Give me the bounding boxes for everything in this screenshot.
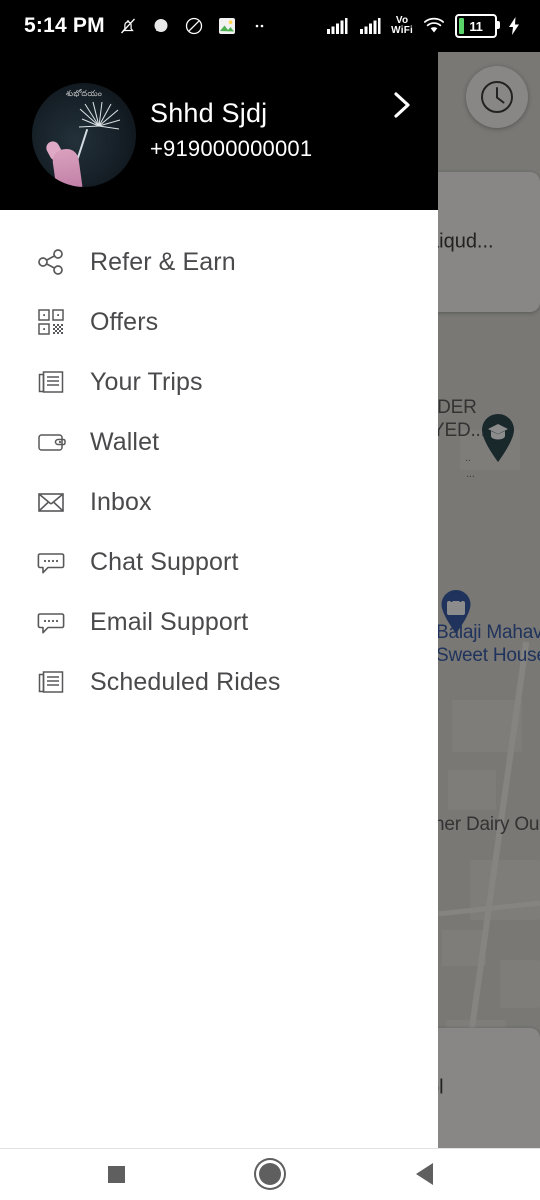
status-bar-clock: 5:14 PM xyxy=(24,14,105,37)
android-nav-bar xyxy=(0,1148,540,1200)
document-list-icon xyxy=(34,365,68,399)
status-bar-left: 5:14 PM xyxy=(0,14,272,38)
charging-bolt-icon xyxy=(506,14,522,38)
more-dots-icon xyxy=(248,14,272,38)
profile-name: Shhd Sjdj xyxy=(150,98,268,128)
recents-button[interactable] xyxy=(94,1152,138,1196)
chat-icon xyxy=(149,14,173,38)
nav-bar-divider xyxy=(0,1148,540,1149)
status-bar-right: Vo WiFi 11 xyxy=(325,14,540,38)
wifi-icon xyxy=(422,14,446,38)
share-icon xyxy=(34,245,68,279)
document-list-icon xyxy=(34,665,68,699)
navigation-drawer: శుభోదయం Shhd Sjdj +919000000001 Refer & … xyxy=(0,0,438,1148)
menu-item-label: Chat Support xyxy=(90,547,239,576)
battery-percent-label: 11 xyxy=(469,18,483,34)
menu-item-your-trips[interactable]: Your Trips xyxy=(0,352,438,412)
menu-item-label: Offers xyxy=(90,307,159,336)
menu-item-label: Refer & Earn xyxy=(90,247,236,276)
drawer-menu-list: Refer & Earn Offers Your Trips Wallet In… xyxy=(0,210,438,712)
chat-bubble-icon xyxy=(34,545,68,579)
qr-code-icon xyxy=(34,305,68,339)
battery-fill xyxy=(459,18,464,34)
envelope-icon xyxy=(34,485,68,519)
menu-item-offers[interactable]: Offers xyxy=(0,292,438,352)
circle-icon xyxy=(259,1163,281,1185)
signal-bars-sim2-icon xyxy=(358,14,382,38)
profile-chevron-button[interactable] xyxy=(384,87,420,123)
chevron-right-icon xyxy=(394,92,410,118)
triangle-left-icon xyxy=(415,1163,433,1185)
menu-item-label: Your Trips xyxy=(90,367,203,396)
menu-item-label: Scheduled Rides xyxy=(90,667,281,696)
avatar-caption: శుభోదయం xyxy=(65,89,103,98)
home-button[interactable] xyxy=(248,1152,292,1196)
square-icon xyxy=(107,1165,125,1183)
volte-bottom-label: WiFi xyxy=(391,25,413,36)
volte-wifi-icon: Vo WiFi xyxy=(391,16,413,36)
signal-bars-sim1-icon xyxy=(325,14,349,38)
menu-item-wallet[interactable]: Wallet xyxy=(0,412,438,472)
menu-item-label: Email Support xyxy=(90,607,249,636)
profile-text-block: Shhd Sjdj +919000000001 xyxy=(150,96,312,164)
wallet-icon xyxy=(34,425,68,459)
back-button[interactable] xyxy=(402,1152,446,1196)
profile-phone: +919000000001 xyxy=(150,136,313,161)
chat-bubble-icon xyxy=(34,605,68,639)
status-bar: 5:14 PM Vo WiFi 11 xyxy=(0,0,540,52)
do-not-disturb-icon xyxy=(182,14,206,38)
photos-icon xyxy=(215,14,239,38)
avatar[interactable]: శుభోదయం xyxy=(32,83,136,187)
menu-item-chat-support[interactable]: Chat Support xyxy=(0,532,438,592)
menu-item-refer-earn[interactable]: Refer & Earn xyxy=(0,232,438,292)
phone-screen: IDER YED... .. ... Balaji Mahav Sweet Ho… xyxy=(0,0,540,1200)
bell-off-icon xyxy=(116,14,140,38)
menu-item-inbox[interactable]: Inbox xyxy=(0,472,438,532)
menu-item-label: Wallet xyxy=(90,427,160,456)
menu-item-email-support[interactable]: Email Support xyxy=(0,592,438,652)
menu-item-scheduled-rides[interactable]: Scheduled Rides xyxy=(0,652,438,712)
menu-item-label: Inbox xyxy=(90,487,152,516)
battery-indicator: 11 xyxy=(455,14,500,38)
